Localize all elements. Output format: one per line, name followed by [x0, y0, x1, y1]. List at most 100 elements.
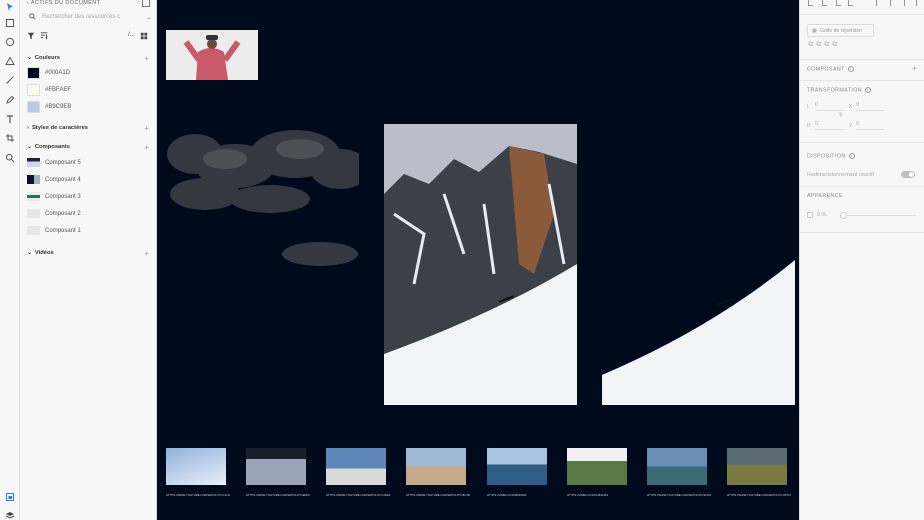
- assets-panel-header: ‹ ACTIFS DU DOCUMENT: [27, 0, 100, 6]
- lock-aspect-icon[interactable]: ⚲: [839, 112, 843, 118]
- info-icon[interactable]: i: [864, 87, 871, 93]
- component-thumbnail: [27, 192, 40, 201]
- pen-tool-icon[interactable]: [3, 93, 16, 106]
- zoom-tool-icon[interactable]: [3, 151, 16, 164]
- video-url-label: HTTPS://WWW.YOUTUBE.COM/WATCH?V=C1LDPQ0E…: [166, 493, 230, 497]
- clouds-image[interactable]: [165, 124, 370, 270]
- component-item[interactable]: Composant 3: [27, 190, 149, 203]
- ellipse-tool-icon[interactable]: [3, 35, 16, 48]
- color-swatch: [27, 83, 40, 96]
- component-thumbnail: [27, 226, 40, 235]
- artboard-tool-icon[interactable]: [3, 131, 16, 144]
- export-icon[interactable]: [142, 0, 150, 7]
- search-input[interactable]: Rechercher des ressources c: [42, 14, 120, 20]
- add-video-icon[interactable]: +: [144, 249, 149, 258]
- align-right-icon[interactable]: [836, 0, 841, 6]
- union-icon[interactable]: ⧉: [808, 41, 816, 48]
- color-swatch-row[interactable]: #FBFAEF: [27, 83, 149, 96]
- distribute-edges-icon[interactable]: [916, 0, 922, 6]
- video-thumbnail[interactable]: [166, 448, 226, 485]
- opacity-slider[interactable]: [840, 215, 916, 216]
- info-icon[interactable]: i: [848, 153, 855, 159]
- opacity-slider-handle[interactable]: [840, 212, 847, 219]
- snow-slope-cutout[interactable]: [602, 258, 795, 405]
- separator: [800, 80, 924, 81]
- video-thumbnail[interactable]: [406, 448, 466, 485]
- opacity-field[interactable]: 0 %: [817, 212, 826, 218]
- properties-panel: ▦ Grille de répétition ⧉⧉⧉⧉ COMPOSANT i +…: [799, 0, 924, 520]
- colors-section-header[interactable]: ⌄ Couleurs +: [27, 53, 149, 63]
- video-url-label: HTTPS://WWW.YOUTUBE.COM/WATCH?V=ERFFQQ-T…: [246, 493, 310, 497]
- video-thumbnail[interactable]: [647, 448, 707, 485]
- responsive-resize-toggle[interactable]: [901, 171, 915, 178]
- align-top-icon[interactable]: [848, 0, 853, 6]
- add-color-icon[interactable]: +: [144, 54, 149, 63]
- videos-section-header[interactable]: ⌄ Vidéos +: [27, 248, 149, 258]
- align-center-icon[interactable]: [822, 0, 827, 6]
- video-thumbnail[interactable]: [567, 448, 627, 485]
- component-thumbnail: [27, 175, 40, 184]
- width-field[interactable]: 0: [815, 102, 843, 111]
- color-swatch-row[interactable]: #000A1D: [27, 66, 149, 79]
- component-item[interactable]: Composant 2: [27, 207, 149, 220]
- video-thumbnail[interactable]: [246, 448, 306, 485]
- repeat-grid-icon: ▦: [812, 27, 817, 34]
- videos-section-label: Vidéos: [34, 250, 54, 256]
- component-heading-label: COMPOSANT: [807, 66, 845, 73]
- exclude-icon[interactable]: ⧉: [832, 41, 840, 48]
- search-icon: [29, 12, 36, 22]
- height-label: H: [807, 123, 811, 129]
- width-label: L: [807, 104, 810, 110]
- distribute-horizontal-icon[interactable]: [876, 0, 882, 6]
- person-photo[interactable]: [166, 30, 258, 80]
- add-char-style-icon[interactable]: +: [144, 124, 149, 133]
- sort-icon[interactable]: [40, 32, 48, 42]
- color-swatch: [27, 100, 40, 113]
- assets-panel-icon[interactable]: [3, 490, 16, 503]
- repeat-grid-button[interactable]: ▦ Grille de répétition: [807, 24, 874, 37]
- responsive-resize-label: Redimensionnement réactif: [807, 172, 874, 178]
- component-item[interactable]: Composant 4: [27, 173, 149, 186]
- height-field[interactable]: 0: [815, 121, 843, 130]
- layers-panel-icon[interactable]: [3, 508, 16, 520]
- component-heading: COMPOSANT i: [807, 66, 854, 72]
- video-thumbnail[interactable]: [326, 448, 386, 485]
- components-section-header[interactable]: ⌄ Composants +: [27, 142, 149, 152]
- distribute-spacing-icon[interactable]: [904, 0, 910, 6]
- grid-view-icon[interactable]: [140, 32, 148, 42]
- x-field[interactable]: 0: [856, 102, 884, 111]
- chevron-down-icon: ⌄: [27, 55, 32, 61]
- design-canvas[interactable]: HTTPS://WWW.YOUTUBE.COM/WATCH?V=C1LDPQ0E…: [157, 0, 799, 520]
- assets-search[interactable]: Rechercher des ressources c ⌄: [26, 11, 151, 23]
- chevron-down-icon[interactable]: ⌄: [146, 14, 151, 21]
- video-url-label: HTTPS://WWW.YOUTUBE.COM/WATCH?V=8UJ3H-SY…: [406, 493, 470, 497]
- filter-icon[interactable]: [27, 32, 35, 42]
- separator: [800, 14, 924, 15]
- component-item[interactable]: Composant 1: [27, 224, 149, 237]
- video-thumbnail[interactable]: [487, 448, 547, 485]
- add-component-state-icon[interactable]: +: [912, 64, 917, 73]
- select-tool-icon[interactable]: [3, 0, 16, 13]
- pen-edit-icon[interactable]: /...: [128, 32, 135, 38]
- component-label: Composant 3: [45, 193, 81, 200]
- y-field[interactable]: 0: [856, 121, 884, 130]
- info-icon[interactable]: i: [847, 66, 854, 72]
- text-tool-icon[interactable]: [3, 112, 16, 125]
- separator: [800, 59, 924, 60]
- rectangle-tool-icon[interactable]: [3, 16, 16, 29]
- video-thumbnail[interactable]: [727, 448, 787, 485]
- add-component-icon[interactable]: +: [144, 143, 149, 152]
- polygon-tool-icon[interactable]: [3, 54, 16, 67]
- align-left-icon[interactable]: [808, 0, 813, 6]
- repeat-grid-label: Grille de répétition: [819, 27, 863, 34]
- mountain-skier-photo[interactable]: [384, 124, 577, 405]
- char-styles-section-header[interactable]: › Styles de caractères +: [27, 123, 149, 133]
- subtract-icon[interactable]: ⧉: [816, 41, 824, 48]
- char-styles-section-label: Styles de caractères: [31, 125, 89, 131]
- color-swatch-row[interactable]: #B9C9EB: [27, 100, 149, 113]
- x-label: X: [849, 104, 853, 110]
- line-tool-icon[interactable]: [3, 73, 16, 86]
- component-item[interactable]: Composant 5: [27, 156, 149, 169]
- distribute-vertical-icon[interactable]: [890, 0, 896, 6]
- intersect-icon[interactable]: ⧉: [824, 41, 832, 48]
